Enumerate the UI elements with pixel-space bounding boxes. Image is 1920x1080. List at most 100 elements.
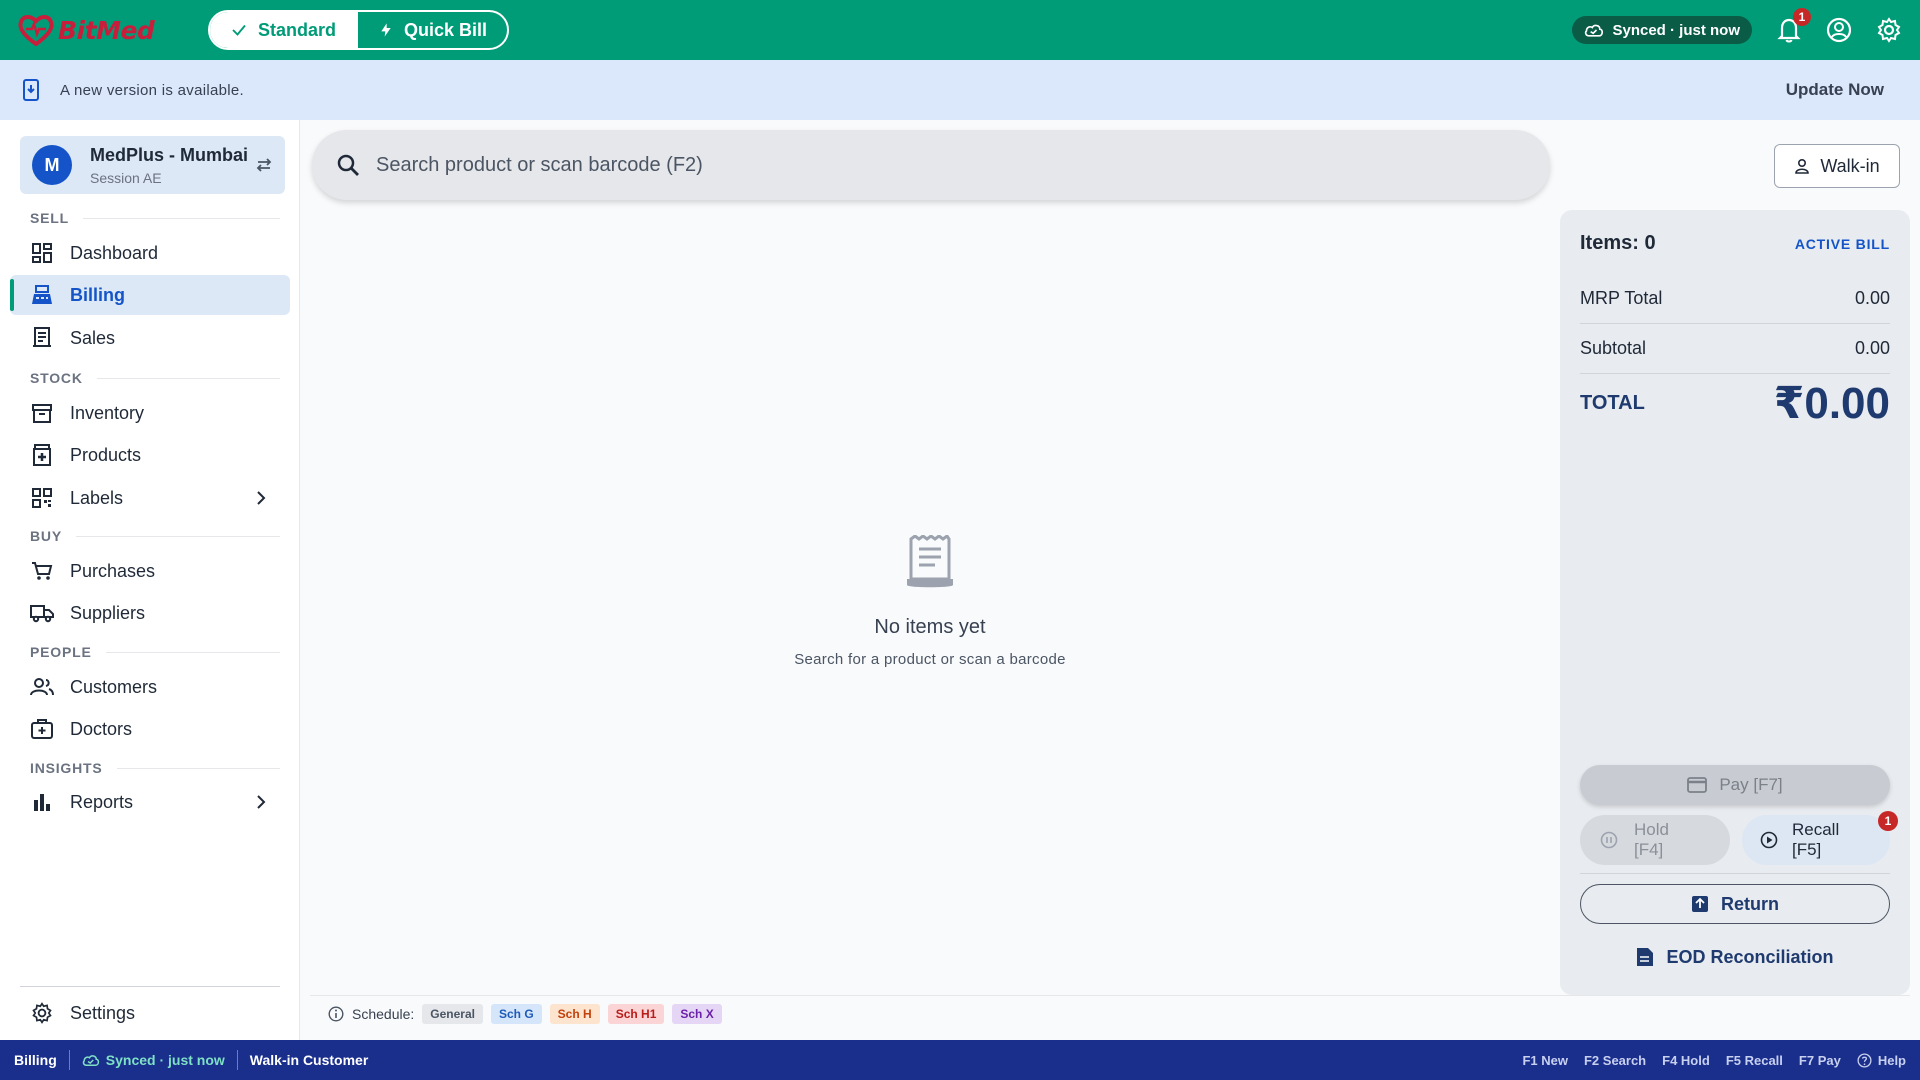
store-switcher[interactable]: M MedPlus - Mumbai Session AE (20, 136, 285, 194)
sidebar-item-customers[interactable]: Customers (10, 667, 290, 707)
pause-circle-icon (1600, 831, 1618, 849)
shortcut-recall[interactable]: F5 Recall (1726, 1053, 1783, 1068)
sidebar-item-purchases[interactable]: Purchases (10, 551, 290, 591)
sidebar-divider (20, 986, 280, 987)
store-name: MedPlus - Mumbai (90, 144, 249, 165)
walk-in-customer-button[interactable]: Walk-in (1774, 144, 1900, 188)
recall-label-line2: [F5] (1792, 840, 1822, 859)
total-value: ₹0.00 (1773, 379, 1890, 428)
empty-state-title: No items yet (874, 616, 986, 638)
sidebar-item-label: Purchases (70, 560, 156, 581)
schedule-chip: Sch X (672, 1003, 722, 1024)
shortcut-search[interactable]: F2 Search (1584, 1053, 1646, 1068)
status-sync: Synced · just now (82, 1052, 225, 1068)
update-now-button[interactable]: Update Now (1786, 80, 1898, 100)
shortcut-pay[interactable]: F7 Pay (1799, 1053, 1841, 1068)
empty-state-subtitle: Search for a product or scan a barcode (794, 651, 1066, 668)
grand-total-row: TOTAL ₹0.00 (1580, 378, 1890, 429)
chevron-right-icon (257, 795, 266, 809)
sidebar-item-reports[interactable]: Reports (10, 782, 290, 822)
sidebar-item-label: Sales (70, 327, 116, 348)
sidebar-item-doctors[interactable]: Doctors (10, 709, 290, 749)
section-label-people: PEOPLE (30, 644, 280, 660)
return-box-icon (1692, 896, 1708, 912)
truck-icon (30, 601, 54, 625)
mrp-total-label: MRP Total (1580, 288, 1663, 308)
return-button[interactable]: Return (1580, 884, 1890, 924)
sidebar-item-billing[interactable]: Billing (10, 275, 290, 315)
notifications-button[interactable]: 1 (1776, 8, 1811, 43)
app-logo-text: BitMed (58, 15, 155, 45)
mobile-download-icon (23, 79, 39, 101)
total-label: TOTAL (1580, 392, 1645, 414)
account-button[interactable] (1826, 17, 1852, 43)
status-sync-text: Synced · just now (105, 1052, 225, 1068)
product-search-bar[interactable] (312, 130, 1550, 200)
mode-standard-button[interactable]: Standard (210, 12, 357, 48)
bill-items-count: Items: 0 (1580, 232, 1656, 254)
sidebar-item-label: Doctors (70, 718, 133, 739)
status-bar: Billing Synced · just now Walk-in Custom… (0, 1040, 1920, 1080)
document-icon (1637, 948, 1654, 966)
check-icon (232, 24, 246, 36)
hold-bill-button[interactable]: Hold [F4] (1580, 815, 1730, 865)
shortcut-hold[interactable]: F4 Hold (1662, 1053, 1710, 1068)
store-avatar: M (32, 145, 72, 185)
swap-icon (256, 158, 272, 172)
top-bar: BitMed Standard Quick Bill Synced · just… (0, 0, 1920, 60)
users-icon (30, 675, 54, 699)
user-circle-icon (1826, 17, 1852, 43)
cash-register-icon (30, 283, 54, 307)
sidebar-item-label: Labels (70, 487, 124, 508)
status-separator (68, 1050, 70, 1070)
billing-mode-toggle: Standard Quick Bill (208, 10, 510, 50)
settings-button[interactable] (1876, 17, 1902, 43)
sidebar-item-labels[interactable]: Labels (10, 478, 290, 518)
qr-code-icon (30, 486, 54, 510)
store-session: Session AE (90, 169, 162, 186)
medical-bag-icon (30, 717, 54, 741)
mode-quick-bill-button[interactable]: Quick Bill (356, 12, 507, 48)
mrp-total-value: 0.00 (1854, 288, 1890, 308)
sidebar-item-settings[interactable]: Settings (10, 993, 290, 1033)
sidebar-item-suppliers[interactable]: Suppliers (10, 593, 290, 633)
recall-bill-button[interactable]: Recall [F5] 1 (1742, 811, 1898, 865)
section-label-buy: BUY (30, 528, 280, 544)
sidebar-item-dashboard[interactable]: Dashboard (10, 233, 290, 273)
sidebar-item-label: Customers (70, 676, 158, 697)
schedule-label: Schedule: (352, 1005, 415, 1022)
schedule-chip: Sch H (549, 1003, 600, 1024)
section-label-stock: STOCK (30, 370, 280, 386)
medicine-box-icon (30, 443, 54, 467)
subtotal-label: Subtotal (1580, 338, 1647, 358)
pay-button[interactable]: Pay [F7] (1580, 765, 1890, 805)
help-circle-icon (1857, 1052, 1872, 1068)
sidebar-item-products[interactable]: Products (10, 435, 290, 475)
credit-card-icon (1687, 777, 1708, 793)
section-label-insights: INSIGHTS (30, 760, 280, 776)
recall-label-line1: Recall (1792, 819, 1840, 839)
sidebar-item-label: Inventory (70, 402, 145, 423)
return-button-label: Return (1721, 893, 1779, 914)
eod-reconciliation-button[interactable]: EOD Reconciliation (1580, 940, 1890, 974)
pay-button-label: Pay [F7] (1719, 775, 1783, 794)
walk-in-label: Walk-in (1820, 155, 1880, 176)
archive-box-icon (30, 401, 54, 425)
subtotal-row: Subtotal 0.00 (1580, 324, 1890, 374)
chevron-right-icon (257, 491, 266, 505)
status-page-name: Billing (14, 1052, 57, 1068)
help-button[interactable]: Help (1857, 1053, 1906, 1068)
status-separator (236, 1050, 238, 1070)
sidebar-item-sales[interactable]: Sales (10, 318, 290, 358)
eod-reconciliation-label: EOD Reconciliation (1666, 946, 1834, 967)
search-icon (337, 154, 359, 176)
shortcut-new[interactable]: F1 New (1522, 1053, 1568, 1068)
product-search-input[interactable] (376, 153, 1476, 177)
sidebar-item-label: Dashboard (70, 242, 159, 263)
schedule-chip: Sch G (490, 1003, 542, 1024)
receipt-icon (30, 326, 54, 350)
app-logo[interactable]: BitMed (18, 14, 188, 46)
update-banner-message: A new version is available. (60, 81, 245, 99)
sync-status-pill[interactable]: Synced · just now (1572, 16, 1752, 44)
sidebar-item-inventory[interactable]: Inventory (10, 393, 290, 433)
